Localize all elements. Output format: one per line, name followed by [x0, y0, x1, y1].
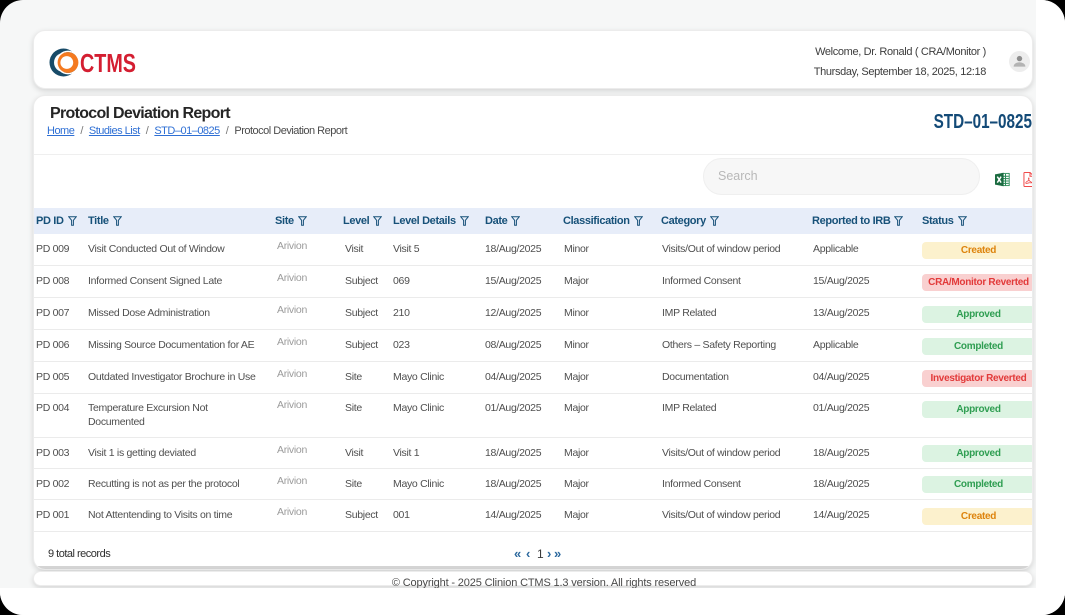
- svg-text:CTMS: CTMS: [80, 48, 136, 77]
